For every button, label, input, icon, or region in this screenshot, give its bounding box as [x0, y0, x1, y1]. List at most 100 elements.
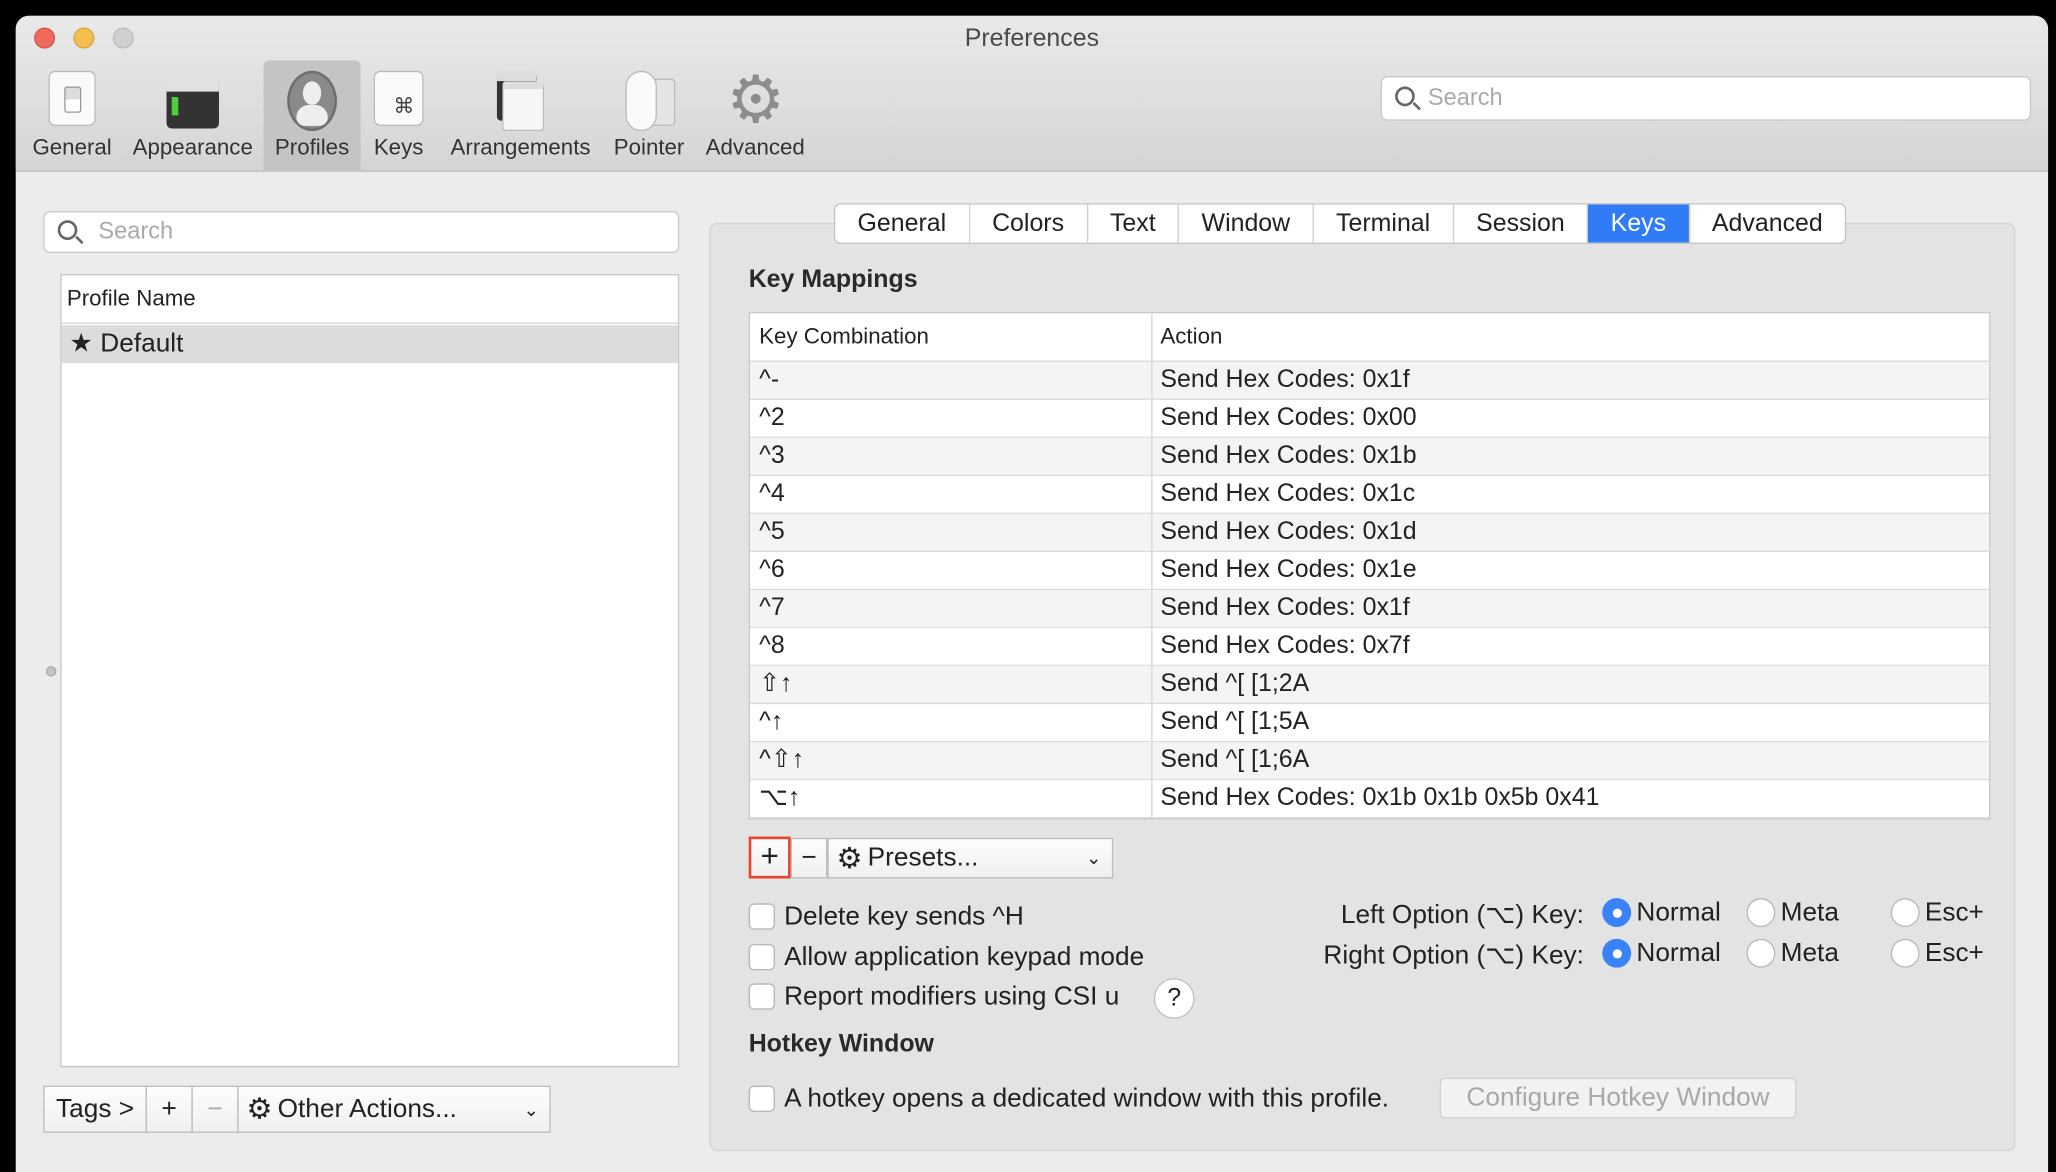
tab-session[interactable]: Session — [1454, 204, 1589, 243]
switch-icon — [43, 70, 101, 131]
toolbar-advanced[interactable]: ⚙ Advanced — [700, 60, 810, 171]
action-cell: Send Hex Codes: 0x7f — [1160, 631, 1410, 660]
toolbar-profiles[interactable]: Profiles — [263, 60, 361, 172]
profile-row-default[interactable]: ★ Default — [61, 325, 678, 364]
configure-hotkey-window-button[interactable]: Configure Hotkey Window — [1439, 1077, 1797, 1119]
table-row[interactable]: ^5 Send Hex Codes: 0x1d — [750, 513, 1990, 553]
right-option-meta-radio[interactable] — [1746, 938, 1776, 968]
table-row[interactable]: ^- Send Hex Codes: 0x1f — [750, 361, 1990, 400]
remove-key-mapping-button[interactable]: − — [790, 837, 828, 879]
preferences-search-input[interactable]: Search — [1380, 76, 2032, 121]
action-cell: Send ^[ [1;5A — [1160, 708, 1310, 736]
right-option-label: Right Option (⌥) Key: — [1323, 941, 1584, 971]
terminal-window-icon — [164, 70, 222, 131]
chevron-down-icon: ⌄ — [1086, 847, 1102, 869]
split-view-handle[interactable] — [45, 666, 57, 677]
toolbar: Preferences General Appearance Profiles … — [15, 15, 2049, 172]
profile-list: Profile Name ★ Default — [60, 274, 680, 1068]
profile-search-input[interactable]: Search — [43, 211, 680, 254]
tab-terminal[interactable]: Terminal — [1314, 204, 1454, 243]
add-key-mapping-button[interactable]: + — [748, 836, 791, 879]
table-row[interactable]: ^2 Send Hex Codes: 0x00 — [750, 399, 1990, 438]
help-button[interactable]: ? — [1153, 978, 1195, 1019]
radio-label: Meta — [1780, 898, 1839, 928]
tab-colors[interactable]: Colors — [970, 204, 1088, 243]
left-option-meta-radio[interactable] — [1746, 898, 1776, 928]
action-cell: Send Hex Codes: 0x1d — [1160, 517, 1417, 546]
key-combination-cell: ^- — [750, 361, 1153, 399]
action-cell: Send Hex Codes: 0x1b — [1160, 441, 1417, 470]
hotkey-label: A hotkey opens a dedicated window with t… — [784, 1084, 1390, 1114]
tab-keys[interactable]: Keys — [1588, 204, 1690, 243]
right-option-normal-radio[interactable] — [1602, 938, 1632, 968]
table-row[interactable]: ^↑ Send ^[ [1;5A — [750, 704, 1990, 743]
table-row[interactable]: ^8 Send Hex Codes: 0x7f — [750, 628, 1990, 667]
csi-u-checkbox[interactable] — [748, 983, 775, 1010]
key-combination-cell: ^8 — [750, 628, 1153, 665]
search-icon — [57, 220, 78, 240]
hotkey-checkbox[interactable] — [748, 1085, 775, 1112]
table-row[interactable]: ^3 Send Hex Codes: 0x1b — [750, 437, 1990, 476]
windows-icon — [492, 70, 550, 132]
search-icon — [1395, 86, 1415, 107]
key-mappings-table: Key Combination Action ^- Send Hex Codes:… — [748, 312, 1991, 820]
command-key-icon: ⌘ — [370, 70, 428, 131]
key-combination-cell: ^↑ — [750, 704, 1153, 741]
table-row[interactable]: ^7 Send Hex Codes: 0x1f — [750, 590, 1990, 629]
toolbar-appearance[interactable]: Appearance — [127, 60, 258, 171]
radio-label: Meta — [1780, 938, 1839, 968]
mouse-icon — [620, 70, 678, 132]
column-action[interactable]: Action — [1153, 313, 1990, 360]
toolbar-keys[interactable]: ⌘ Keys — [366, 60, 432, 171]
tab-window[interactable]: Window — [1179, 204, 1314, 243]
star-icon: ★ — [69, 329, 94, 358]
delete-sends-h-checkbox[interactable] — [748, 903, 775, 930]
keypad-mode-checkbox[interactable] — [748, 944, 775, 971]
table-row[interactable]: ^⇧↑ Send ^[ [1;6A — [750, 742, 1990, 781]
delete-sends-h-label: Delete key sends ^H — [784, 902, 1024, 931]
window-title: Preferences — [964, 24, 1100, 53]
action-cell: Send Hex Codes: 0x1f — [1160, 593, 1410, 622]
action-cell: Send Hex Codes: 0x00 — [1160, 403, 1417, 432]
column-key-combination[interactable]: Key Combination — [750, 313, 1153, 361]
table-row[interactable]: ^6 Send Hex Codes: 0x1e — [750, 552, 1990, 591]
preferences-window: Preferences General Appearance Profiles … — [15, 15, 2049, 1172]
table-row[interactable]: ^4 Send Hex Codes: 0x1c — [750, 475, 1990, 514]
key-combination-cell: ^4 — [750, 475, 1153, 513]
gear-icon: ⚙ — [836, 841, 863, 874]
radio-label: Normal — [1636, 938, 1721, 968]
table-row[interactable]: ⇧↑ Send ^[ [1;2A — [750, 666, 1990, 705]
gear-icon: ⚙ — [726, 62, 786, 137]
hotkey-window-heading: Hotkey Window — [748, 1030, 934, 1059]
key-combination-cell: ^⇧↑ — [750, 742, 1153, 779]
key-combination-cell: ^5 — [750, 513, 1153, 551]
profile-tabs: General Colors Text Window Terminal Sess… — [833, 203, 1847, 244]
remove-profile-button[interactable]: − — [191, 1085, 239, 1133]
radio-label: Normal — [1636, 898, 1721, 928]
right-option-esc-radio[interactable] — [1890, 938, 1920, 968]
tab-text[interactable]: Text — [1088, 204, 1180, 243]
tab-advanced[interactable]: Advanced — [1690, 205, 1845, 243]
tags-button[interactable]: Tags > — [43, 1085, 147, 1133]
toolbar-general[interactable]: General — [26, 60, 118, 171]
csi-u-label: Report modifiers using CSI u — [784, 982, 1120, 1011]
left-option-normal-radio[interactable] — [1602, 898, 1632, 928]
key-combination-cell: ^7 — [750, 590, 1153, 627]
presets-dropdown[interactable]: ⚙ Presets... ⌄ — [827, 837, 1114, 879]
action-cell: Send Hex Codes: 0x1f — [1160, 365, 1410, 394]
action-cell: Send ^[ [1;2A — [1160, 670, 1310, 698]
table-row[interactable]: ⌥↑ Send Hex Codes: 0x1b 0x1b 0x5b 0x41 — [750, 780, 1990, 819]
keypad-mode-label: Allow application keypad mode — [784, 942, 1145, 972]
toolbar-arrangements[interactable]: Arrangements — [442, 60, 599, 171]
tab-general[interactable]: General — [835, 204, 970, 243]
table-header: Key Combination Action — [750, 313, 1990, 362]
toolbar-pointer[interactable]: Pointer — [606, 60, 693, 171]
other-actions-dropdown[interactable]: ⚙ Other Actions... ⌄ — [237, 1085, 551, 1133]
key-combination-cell: ⌥↑ — [750, 780, 1153, 817]
key-mappings-heading: Key Mappings — [748, 266, 918, 294]
left-option-esc-radio[interactable] — [1890, 898, 1920, 928]
action-cell: Send Hex Codes: 0x1c — [1160, 479, 1416, 508]
add-profile-button[interactable]: + — [145, 1085, 193, 1133]
person-icon — [283, 70, 341, 132]
profile-name-header[interactable]: Profile Name — [61, 275, 678, 324]
